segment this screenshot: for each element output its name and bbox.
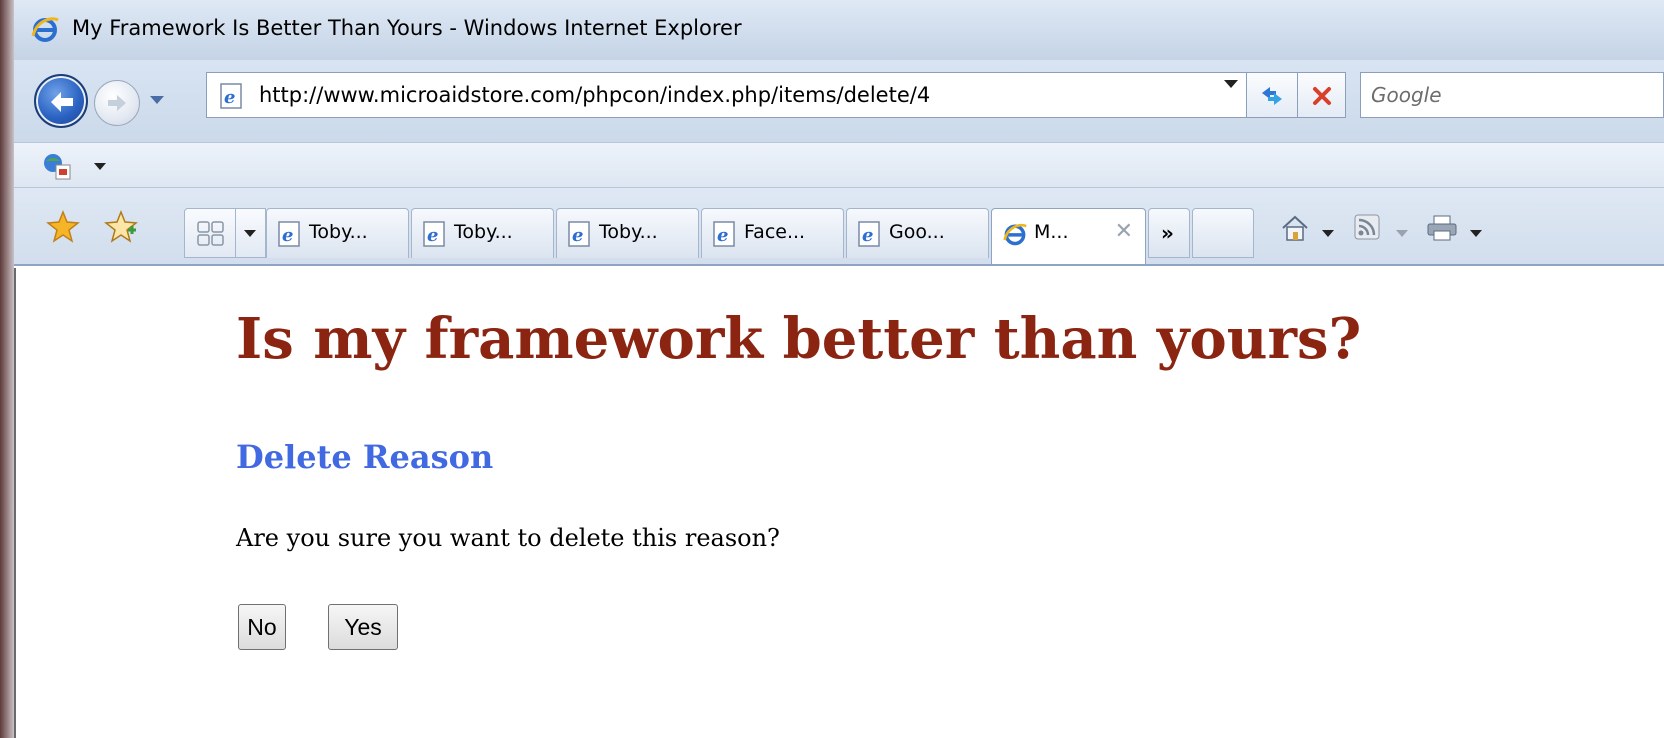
tab-facebook[interactable]: e Face...: [701, 208, 844, 258]
favorites-star-icon[interactable]: [46, 209, 80, 248]
links-toolbar-dropdown[interactable]: [94, 163, 106, 170]
svg-text:e: e: [282, 225, 293, 246]
page-icon: e: [277, 221, 303, 251]
page-icon: e: [857, 221, 883, 251]
tab-label: Toby...: [309, 221, 368, 243]
back-button[interactable]: [34, 74, 88, 128]
page-icon: e: [567, 221, 593, 251]
no-button[interactable]: No: [238, 604, 286, 650]
page-icon: e: [219, 83, 245, 113]
home-dropdown[interactable]: [1322, 230, 1334, 237]
quick-tabs-icon: [197, 221, 224, 246]
home-icon[interactable]: [1280, 214, 1310, 246]
window-frame: [0, 0, 14, 738]
svg-text:e: e: [572, 225, 583, 246]
tab-active[interactable]: M... ✕: [991, 208, 1146, 264]
tab-label: Goo...: [889, 221, 945, 243]
feeds-icon[interactable]: [1354, 214, 1380, 244]
title-bar: My Framework Is Better Than Yours - Wind…: [14, 0, 1664, 60]
forward-button[interactable]: [94, 80, 140, 126]
tab-toby-3[interactable]: e Toby...: [556, 208, 699, 258]
forward-arrow-icon: [108, 95, 126, 111]
back-arrow-icon: [51, 92, 73, 112]
refresh-button[interactable]: [1246, 72, 1298, 118]
window-title: My Framework Is Better Than Yours - Wind…: [72, 16, 742, 40]
feeds-dropdown[interactable]: [1396, 230, 1408, 237]
print-dropdown[interactable]: [1470, 230, 1482, 237]
tab-label: Face...: [744, 221, 806, 243]
yes-button[interactable]: Yes: [328, 604, 398, 650]
quick-tabs-button[interactable]: [184, 208, 236, 258]
refresh-icon: [1262, 87, 1282, 105]
address-dropdown[interactable]: [1224, 80, 1238, 88]
page-content: Is my framework better than yours? Delet…: [14, 268, 1664, 738]
search-input[interactable]: [1371, 81, 1651, 109]
tab-label: Toby...: [599, 221, 658, 243]
tab-label: M...: [1034, 221, 1069, 243]
svg-text:e: e: [862, 225, 873, 246]
search-box[interactable]: [1360, 72, 1664, 118]
section-heading: Delete Reason: [236, 438, 494, 476]
page-icon: e: [712, 221, 738, 251]
links-toolbar: [14, 142, 1664, 188]
svg-text:e: e: [717, 225, 728, 246]
svg-text:e: e: [427, 225, 438, 246]
address-url[interactable]: http://www.microaidstore.com/phpcon/inde…: [259, 83, 930, 107]
ie-logo-icon: [30, 14, 60, 48]
add-favorite-icon[interactable]: [104, 209, 138, 248]
page-icon: e: [422, 221, 448, 251]
overflow-chevron-icon: »: [1161, 221, 1174, 245]
svg-text:e: e: [224, 87, 235, 108]
stop-icon: [1313, 87, 1331, 105]
ie-logo-icon: [1002, 221, 1028, 251]
tab-bar: e Toby... e Toby... e Toby... e Face... …: [14, 188, 1664, 266]
recent-pages-dropdown[interactable]: [150, 96, 164, 104]
tab-toby-2[interactable]: e Toby...: [411, 208, 554, 258]
tab-google[interactable]: e Goo...: [846, 208, 989, 258]
new-tab-button[interactable]: [1192, 208, 1254, 258]
page-title: Is my framework better than yours?: [236, 306, 1362, 372]
navigation-bar: e http://www.microaidstore.com/phpcon/in…: [14, 60, 1664, 142]
tab-label: Toby...: [454, 221, 513, 243]
tab-list-dropdown[interactable]: [236, 208, 266, 258]
stop-button[interactable]: [1298, 72, 1346, 118]
address-bar[interactable]: e http://www.microaidstore.com/phpcon/in…: [206, 72, 1346, 118]
tab-toby-1[interactable]: e Toby...: [266, 208, 409, 258]
print-icon[interactable]: [1426, 214, 1458, 246]
close-tab-icon[interactable]: ✕: [1115, 219, 1133, 244]
links-toolbar-icon[interactable]: [40, 151, 74, 185]
confirmation-text: Are you sure you want to delete this rea…: [236, 524, 780, 552]
tab-overflow-button[interactable]: »: [1148, 208, 1190, 258]
